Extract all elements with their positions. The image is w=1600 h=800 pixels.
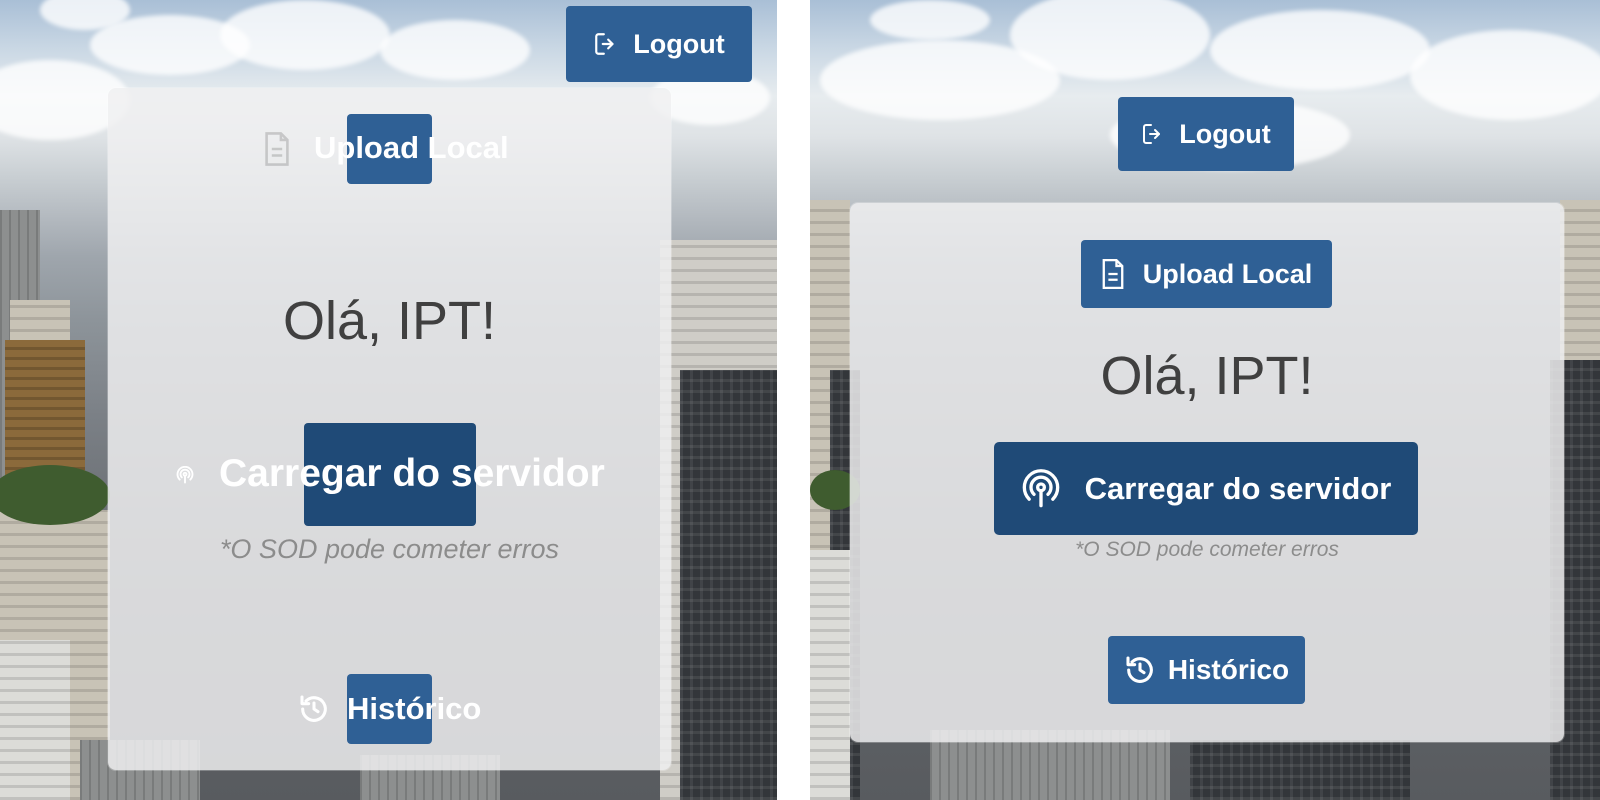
history-label[interactable]: Histórico [347, 691, 481, 727]
logout-label: Logout [633, 28, 725, 59]
disclaimer-text: *O SOD pode cometer erros [1075, 538, 1339, 561]
divider [777, 0, 810, 800]
cloud [1410, 30, 1600, 120]
broadcast-icon [176, 465, 194, 488]
broadcast-icon [1021, 468, 1061, 509]
cloud [870, 0, 990, 40]
history-icon [1124, 654, 1156, 686]
history-button[interactable]: Histórico [1108, 636, 1305, 704]
document-icon [1101, 259, 1125, 289]
greeting-heading: Olá, IPT! [1100, 346, 1314, 406]
load-from-server-label: Carregar do servidor [1084, 470, 1392, 506]
building [810, 550, 850, 800]
logout-icon [1141, 122, 1165, 146]
history-icon [298, 693, 330, 729]
upload-local-button[interactable]: Upload Local [1081, 240, 1332, 308]
upload-local-label: Upload Local [1142, 258, 1313, 289]
building [1190, 740, 1410, 800]
load-from-server-label[interactable]: Carregar do servidor [219, 452, 605, 496]
load-from-server-button[interactable]: Carregar do servidor [994, 442, 1418, 535]
building [680, 370, 777, 800]
logout-button[interactable]: Logout [1118, 97, 1294, 171]
logout-label: Logout [1179, 118, 1271, 149]
cloud [220, 0, 390, 70]
upload-local-label[interactable]: Upload Local [314, 130, 509, 166]
disclaimer-text: *O SOD pode cometer erros [219, 534, 560, 564]
history-label: Histórico [1167, 654, 1290, 685]
document-icon [264, 132, 290, 170]
greeting-heading: Olá, IPT! [282, 291, 497, 351]
logout-button[interactable]: Logout [566, 6, 752, 82]
building [0, 640, 70, 800]
cloud [1210, 10, 1430, 90]
cloud [380, 20, 530, 80]
logout-icon [593, 31, 619, 57]
